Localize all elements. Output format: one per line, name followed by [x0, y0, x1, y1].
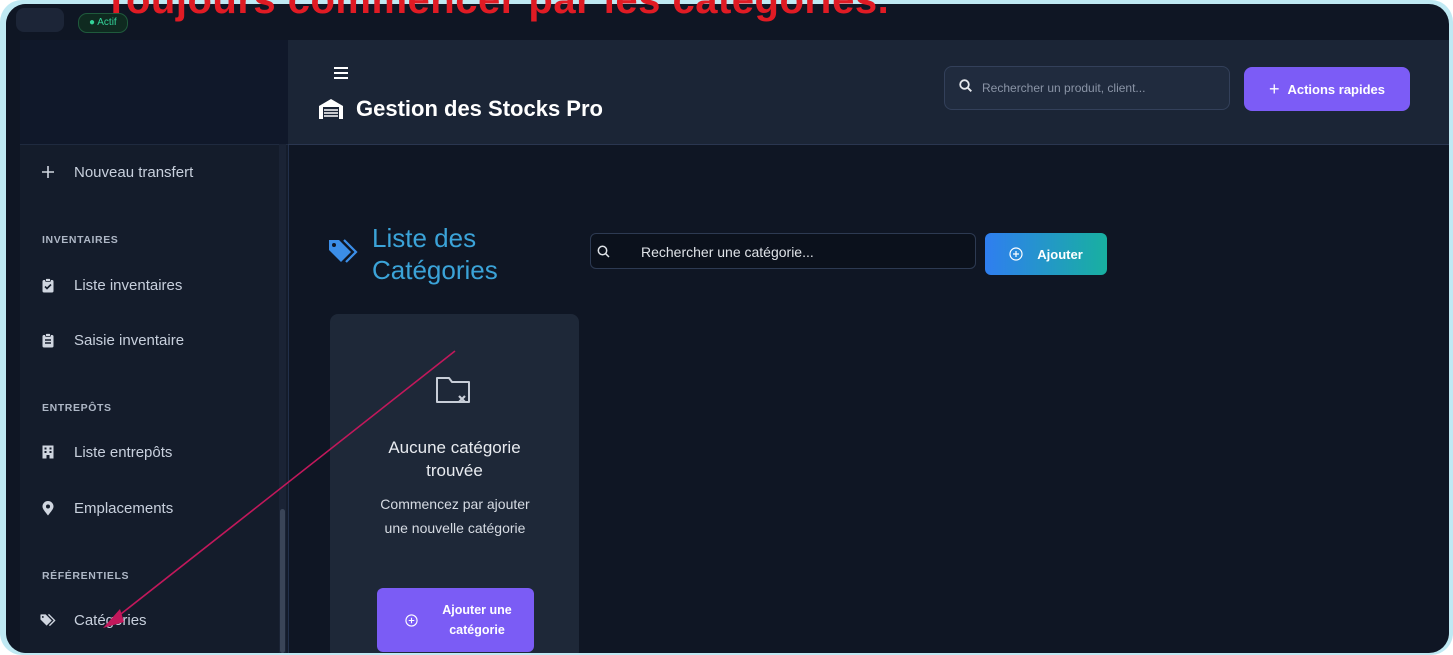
app-window: ● Actif Nouveau transfert INVENTAIRES Li… [6, 4, 1449, 653]
tags-icon [40, 613, 56, 627]
sidebar: Nouveau transfert INVENTAIRES Liste inve… [20, 40, 289, 653]
empty-state-card: Aucune catégorie trouvée Commencez par a… [330, 314, 579, 653]
search-icon [959, 79, 972, 97]
sidebar-item-label: Liste inventaires [74, 276, 183, 294]
sidebar-section-title: INVENTAIRES [42, 234, 119, 246]
sidebar-item-saisie-inventaire[interactable]: Saisie inventaire [40, 326, 184, 354]
empty-state-title-line: Aucune catégorie [388, 438, 521, 457]
page-heading: Liste des Catégories [328, 222, 542, 286]
annotation-title: Toujours commencer par les catégories. [104, 0, 890, 22]
category-search-input[interactable] [639, 234, 963, 270]
plus-circle-icon [1009, 247, 1023, 261]
global-search-input[interactable] [980, 80, 1204, 96]
sidebar-header [20, 40, 288, 145]
hamburger-menu-icon[interactable] [334, 63, 348, 83]
empty-state-title-line: trouvée [426, 461, 483, 480]
sidebar-item-label: Catégories [74, 611, 147, 629]
screenshot-frame: ● Actif Nouveau transfert INVENTAIRES Li… [0, 0, 1453, 655]
sidebar-item-label: Liste entrepôts [74, 443, 173, 461]
sidebar-section-title: ENTREPÔTS [42, 402, 112, 414]
clipboard-check-icon [40, 277, 56, 293]
sidebar-section-title: RÉFÉRENTIELS [42, 570, 130, 582]
add-button[interactable]: Ajouter [985, 233, 1107, 275]
sidebar-item-liste-inventaires[interactable]: Liste inventaires [40, 271, 182, 299]
sidebar-item-categories[interactable]: Catégories [40, 606, 147, 634]
plus-icon: + [1268, 78, 1280, 99]
add-category-button[interactable]: Ajouter une catégorie [377, 588, 534, 652]
empty-state-description: Commencez par ajouter une nouvelle catég… [380, 496, 530, 536]
search-icon [597, 245, 610, 263]
plus-icon [40, 165, 56, 179]
warehouse-icon [318, 98, 344, 120]
add-category-label-line: Ajouter une [442, 603, 512, 617]
plus-circle-icon [405, 613, 418, 627]
map-pin-icon [40, 500, 56, 516]
add-button-label: Ajouter [1037, 246, 1083, 262]
quick-actions-label: Actions rapides [1287, 81, 1386, 97]
add-category-label-line: catégorie [449, 623, 505, 637]
quick-actions-button[interactable]: + Actions rapides [1244, 67, 1410, 111]
sidebar-item-label: Saisie inventaire [74, 331, 185, 349]
add-category-label: Ajouter une catégorie [432, 600, 522, 640]
sidebar-item-liste-entrepots[interactable]: Liste entrepôts [40, 438, 172, 466]
sidebar-scrollbar-thumb[interactable] [280, 509, 285, 653]
clipboard-list-icon [40, 332, 56, 348]
tags-icon [328, 238, 360, 286]
app-title-text: Gestion des Stocks Pro [356, 96, 603, 121]
app-header: Gestion des Stocks Pro + Actions rapides [288, 40, 1449, 145]
sidebar-item-label: Emplacements [74, 499, 174, 517]
brand-chip [16, 8, 64, 32]
page-title: Liste des Catégories [372, 223, 498, 285]
sidebar-item-label: Nouveau transfert [74, 163, 194, 181]
folder-x-icon [434, 372, 474, 413]
empty-state-title: Aucune catégorie trouvée [330, 436, 579, 482]
building-icon [40, 445, 56, 459]
sidebar-item-nouveau-transfert[interactable]: Nouveau transfert [40, 158, 193, 186]
category-search[interactable] [590, 233, 976, 270]
sidebar-item-emplacements[interactable]: Emplacements [40, 494, 173, 522]
global-search[interactable] [944, 66, 1230, 110]
app-title: Gestion des Stocks Pro [318, 96, 603, 122]
